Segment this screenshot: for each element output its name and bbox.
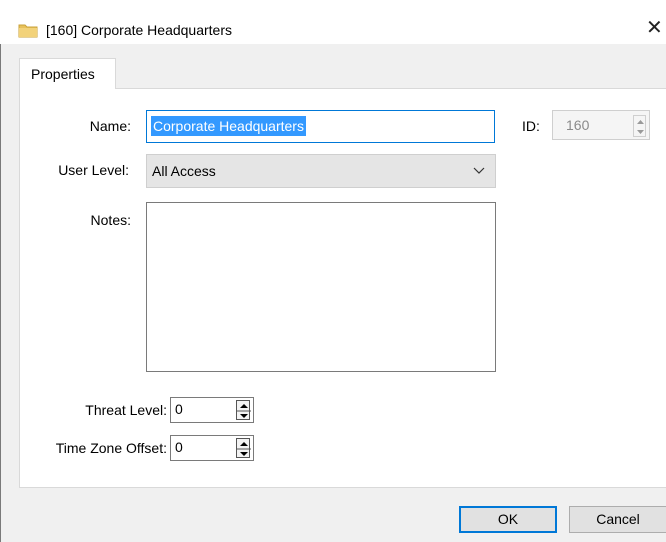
tz-offset-stepper[interactable]: 0: [170, 435, 254, 461]
user-level-select[interactable]: All Access: [146, 154, 496, 188]
id-value: 160: [566, 117, 590, 133]
notes-label: Notes:: [90, 212, 131, 228]
tab-properties[interactable]: Properties: [19, 58, 116, 89]
tz-offset-spinner[interactable]: [236, 438, 251, 458]
chevron-down-icon: [473, 167, 485, 174]
cancel-button[interactable]: Cancel: [569, 506, 666, 533]
id-field: 160: [552, 110, 650, 140]
name-value: Corporate Headquarters: [151, 116, 306, 136]
threat-level-value: 0: [175, 401, 183, 417]
threat-level-label: Threat Level:: [85, 402, 167, 418]
threat-level-stepper[interactable]: 0: [170, 397, 254, 423]
window-border: [0, 44, 1, 542]
folder-icon: [18, 24, 38, 38]
spinner-arrows-icon: [237, 442, 251, 456]
name-label: Name:: [89, 118, 131, 134]
id-spinner: [633, 115, 646, 137]
user-level-value: All Access: [152, 163, 216, 179]
spinner-arrows-icon: [637, 120, 644, 134]
threat-level-spinner[interactable]: [236, 400, 251, 420]
tz-offset-label: Time Zone Offset:: [55, 440, 167, 456]
user-level-label: User Level:: [58, 162, 129, 178]
spinner-arrows-icon: [237, 404, 251, 418]
window-title: [160] Corporate Headquarters: [46, 22, 232, 38]
id-label: ID:: [522, 118, 540, 134]
close-icon[interactable]: ✕: [646, 18, 663, 38]
name-field[interactable]: Corporate Headquarters: [146, 110, 495, 143]
tz-offset-value: 0: [175, 439, 183, 455]
ok-button[interactable]: OK: [459, 506, 557, 533]
notes-textarea[interactable]: [146, 202, 496, 372]
title-bar: [160] Corporate Headquarters ✕: [0, 0, 666, 44]
